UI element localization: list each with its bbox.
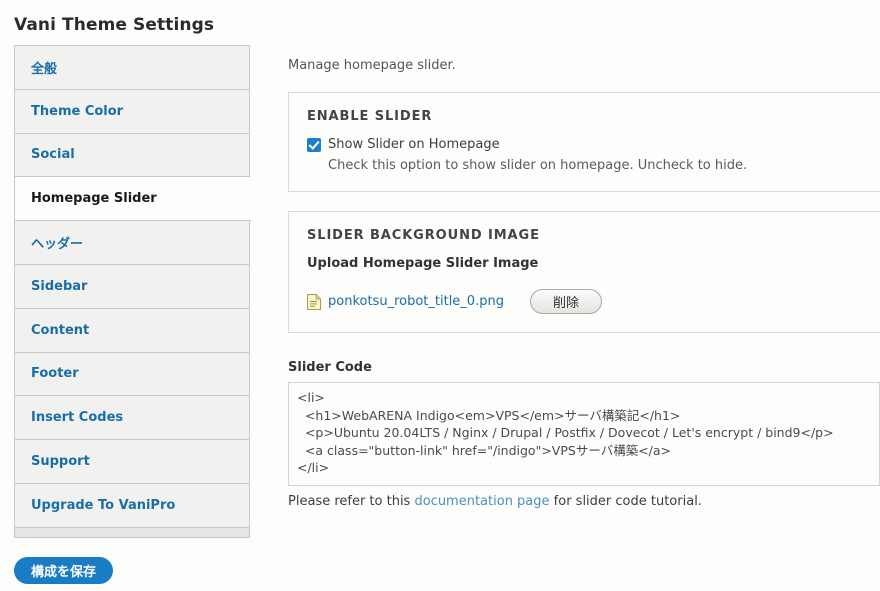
documentation-page-link[interactable]: documentation page [414, 494, 549, 509]
sidebar-item-label: Upgrade To VaniPro [31, 497, 176, 513]
slider-code-help-prefix: Please refer to this [288, 494, 415, 509]
slider-code-block: Slider Code <li> <h1>WebARENA Indigo<em>… [288, 360, 880, 509]
sidebar-item-11[interactable]: Upgrade To VaniPro [15, 483, 250, 528]
sidebar-item-label: Support [31, 454, 90, 470]
sidebar-item-6[interactable]: Sidebar [15, 264, 250, 309]
slider-background-heading: SLIDER BACKGROUND IMAGE [307, 228, 540, 243]
sidebar-item-label: Sidebar [31, 278, 88, 294]
show-slider-row: Show Slider on Homepage [307, 137, 880, 152]
section-intro: Manage homepage slider. [288, 58, 456, 73]
theme-settings-page: Vani Theme Settings 全般 Theme Color Social H… [0, 0, 880, 591]
sidebar-item-label: 全般 [31, 61, 58, 77]
sidebar-item-label: ヘッダー [31, 237, 84, 253]
page-title: Vani Theme Settings [14, 15, 215, 36]
sidebar-item-4[interactable]: Homepage Slider [15, 177, 252, 222]
show-slider-checkbox[interactable] [307, 137, 321, 152]
enable-slider-heading: ENABLE SLIDER [307, 109, 433, 124]
sidebar-item-1[interactable]: 全般 [15, 46, 250, 90]
uploaded-file-link[interactable]: ponkotsu_robot_title_0.png [328, 294, 504, 309]
sidebar-item-10[interactable]: Support [15, 440, 250, 484]
settings-content: Manage homepage slider. ENABLE SLIDER Sh… [288, 45, 880, 509]
show-slider-label: Show Slider on Homepage [328, 137, 500, 152]
slider-code-textarea[interactable]: <li> <h1>WebARENA Indigo<em>VPS</em>サーバ構… [288, 382, 880, 486]
sidebar-item-label: Footer [31, 366, 79, 382]
save-configuration-button[interactable]: 構成を保存 [14, 557, 114, 584]
enable-slider-panel: ENABLE SLIDER Show Slider on Homepage Ch… [288, 92, 880, 192]
sidebar-item-7[interactable]: Content [15, 308, 250, 353]
sidebar-item-label: Content [31, 322, 90, 338]
slider-code-help: Please refer to this documentation page … [288, 494, 880, 509]
sidebar-item-label: Insert Codes [31, 410, 124, 426]
slider-code-label: Slider Code [288, 360, 372, 375]
sidebar-footer-strip [15, 527, 250, 538]
settings-tab-list: 全般 Theme Color Social Homepage Slider ヘッダー Si… [14, 45, 252, 538]
slider-background-image-panel: SLIDER BACKGROUND IMAGE Upload Homepage … [288, 211, 880, 333]
sidebar-item-label: Social [31, 147, 75, 163]
sidebar-item-label: Theme Color [31, 103, 124, 119]
upload-image-label: Upload Homepage Slider Image [307, 256, 539, 271]
sidebar-item-2[interactable]: Theme Color [15, 89, 250, 134]
sidebar-item-label: Homepage Slider [31, 191, 157, 207]
delete-image-button[interactable]: 削除 [529, 289, 602, 314]
sidebar-item-5[interactable]: ヘッダー [15, 221, 250, 265]
sidebar-item-8[interactable]: Footer [15, 352, 250, 397]
slider-code-help-suffix: for slider code tutorial. [549, 494, 702, 509]
document-icon [307, 293, 321, 310]
sidebar-item-9[interactable]: Insert Codes [15, 396, 250, 441]
uploaded-file-row: ponkotsu_robot_title_0.png 削除 [307, 289, 880, 314]
show-slider-help: Check this option to show slider on home… [328, 158, 748, 173]
sidebar-item-3[interactable]: Social [15, 133, 250, 178]
